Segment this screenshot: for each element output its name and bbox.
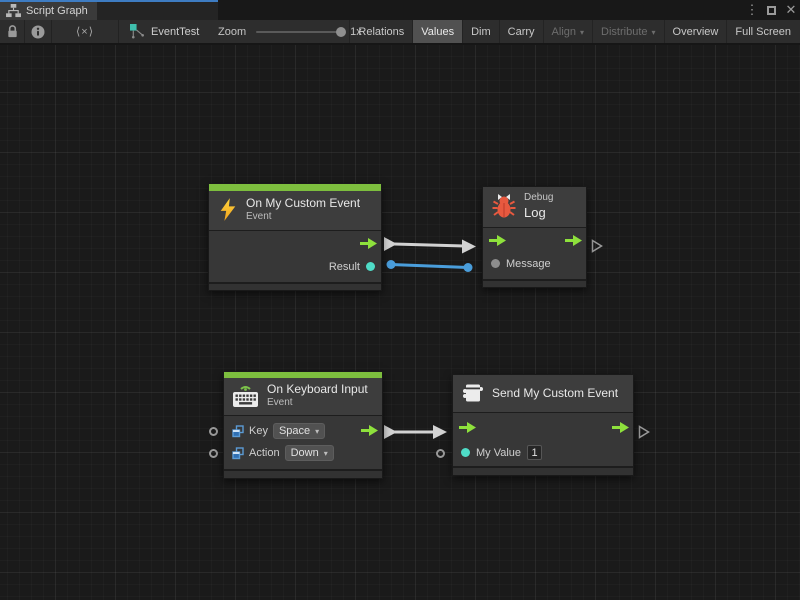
dim-button[interactable]: Dim [462,20,499,43]
lightning-bolt-icon [218,197,238,222]
node-title: On My Custom Event [246,196,360,211]
my-value-port[interactable] [461,448,470,457]
unconnected-flow-arrow[interactable] [591,239,603,253]
node-header: On Keyboard Input Event [224,378,382,416]
node-footer [209,282,381,290]
graph-canvas[interactable] [0,45,800,600]
fullscreen-button[interactable]: Full Screen [726,20,799,43]
lock-button[interactable] [0,20,24,43]
node-surtitle: Debug [524,192,553,205]
event-accent-bar [209,184,381,191]
unconnected-flow-arrow[interactable] [638,425,650,439]
script-graph-window: Script Graph ⋮ ✕ ⟨×⟩ [0,0,800,600]
chevron-down-icon: ▾ [652,28,656,37]
zoom-slider-knob[interactable] [336,27,346,37]
inline-value-icon [232,425,244,438]
node-header: On My Custom Event Event [209,191,381,231]
tab-script-graph[interactable]: Script Graph [0,2,97,20]
node-header: Debug Log [483,187,586,228]
distribute-dropdown[interactable]: Distribute ▾ [592,20,663,43]
unconnected-value-port[interactable] [209,449,218,458]
carry-button[interactable]: Carry [499,20,543,43]
close-icon[interactable]: ✕ [784,0,798,20]
node-on-keyboard-input[interactable]: On Keyboard Input Event Key Space ▾ [223,371,383,479]
node-debug-log[interactable]: Debug Log Message [482,186,587,288]
node-subtitle: Event [267,397,368,410]
maximize-icon[interactable] [767,6,776,15]
window-controls: ⋮ ✕ [745,0,798,20]
node-footer [483,279,586,287]
key-port-label: Key [249,425,268,437]
toolbar-separator [118,20,119,43]
key-dropdown[interactable]: Space ▾ [273,423,325,439]
unconnected-value-port[interactable] [436,449,445,458]
titlebar: Script Graph ⋮ ✕ [0,0,800,20]
keyboard-icon [232,384,259,408]
graph-name: EventTest [151,26,199,38]
node-footer [453,466,633,475]
graph-asset-icon [130,24,145,39]
chevron-down-icon: ▾ [580,28,584,37]
lock-icon [6,24,19,39]
flow-output-port[interactable] [612,422,629,433]
zoom-control: Zoom 1x [218,20,362,43]
flow-output-port[interactable] [361,425,378,436]
relations-button[interactable]: Relations [349,20,412,43]
node-body: Result [209,231,381,282]
align-dropdown[interactable]: Align ▾ [543,20,592,43]
node-on-my-custom-event[interactable]: On My Custom Event Event Result [208,183,382,291]
node-send-my-custom-event[interactable]: Send My Custom Event My Value 1 [452,374,634,476]
values-button[interactable]: Values [412,20,462,43]
code-icon: ⟨×⟩ [76,25,94,38]
more-menu-icon[interactable]: ⋮ [745,0,759,20]
flow-output-port[interactable] [565,235,582,246]
node-body: Key Space ▾ Action Down ▾ [224,416,382,469]
zoom-label: Zoom [218,26,246,38]
info-button[interactable] [25,20,51,43]
result-value-port[interactable] [366,262,375,271]
action-dropdown[interactable]: Down ▾ [285,445,334,461]
node-title: On Keyboard Input [267,382,368,397]
toolbar: ⟨×⟩ EventTest Zoom 1x Relations Values [0,20,800,45]
debug-bug-icon [492,193,516,219]
flow-input-port[interactable] [459,422,476,433]
message-value-port[interactable] [491,259,500,268]
chevron-down-icon: ▾ [324,449,328,458]
action-port-label: Action [249,447,280,459]
my-value-label: My Value [476,447,521,459]
message-input-row: Message [491,258,551,270]
my-value-input-row: My Value 1 [461,445,542,460]
tab-title: Script Graph [26,5,88,17]
flow-output-port[interactable] [360,238,377,249]
zoom-slider[interactable] [256,31,342,33]
node-subtitle: Event [246,211,360,224]
message-port-label: Message [506,258,551,270]
node-body: My Value 1 [453,413,633,466]
edit-source-button[interactable]: ⟨×⟩ [52,20,118,43]
inline-value-icon [232,447,244,460]
my-value-field[interactable]: 1 [527,445,542,460]
action-input-row: Action Down ▾ [224,443,382,464]
node-title: Log [524,205,553,221]
unconnected-value-port[interactable] [209,427,218,436]
custom-event-icon [462,383,484,404]
overview-button[interactable]: Overview [664,20,727,43]
node-header: Send My Custom Event [453,375,633,413]
result-port-label: Result [329,261,360,273]
result-output-row: Result [329,261,375,273]
toolbar-buttons: Relations Values Dim Carry Align ▾ Distr… [349,20,799,43]
key-input-row: Key Space ▾ [224,421,382,442]
node-title: Send My Custom Event [492,386,618,401]
graph-reference-button[interactable]: EventTest [130,20,199,43]
graph-icon [6,4,21,18]
chevron-down-icon: ▾ [315,427,319,436]
node-footer [224,469,382,478]
info-icon [31,25,45,39]
flow-input-port[interactable] [489,235,506,246]
node-body: Message [483,228,586,279]
